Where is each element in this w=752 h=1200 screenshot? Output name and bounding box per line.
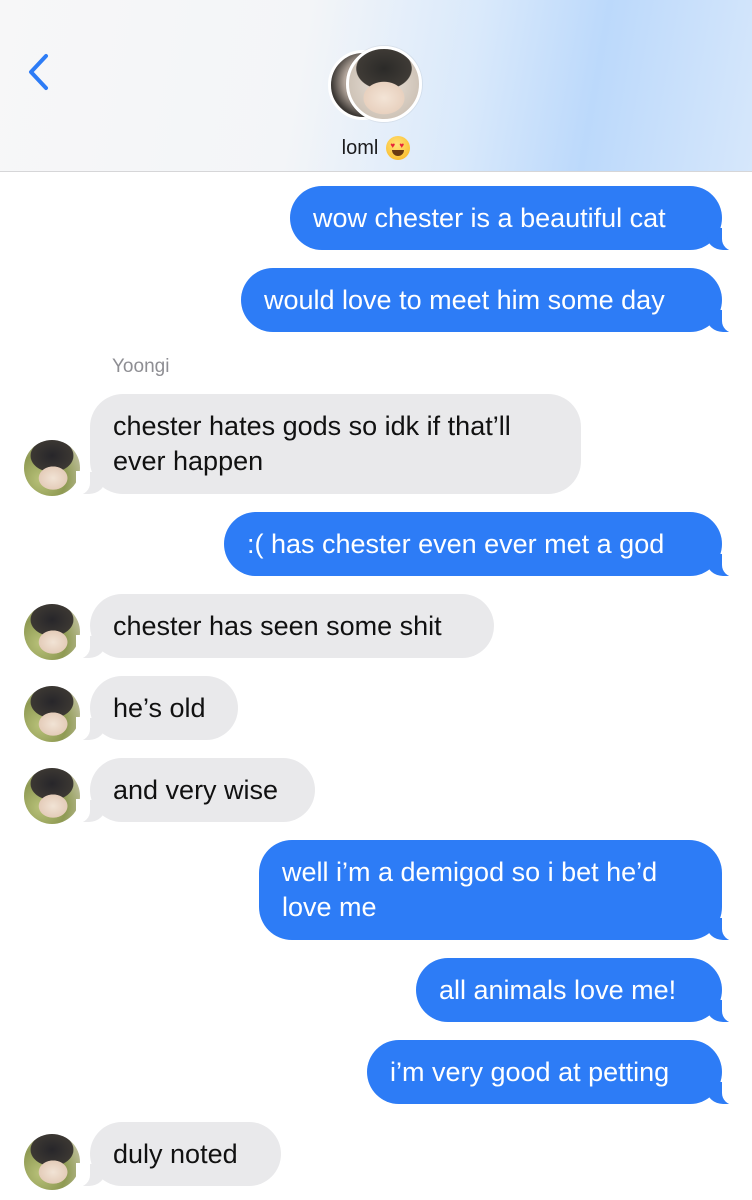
heart-eyes-emoji-icon: ♥ ♥ [386, 136, 411, 160]
sent-message[interactable]: all animals love me! [416, 958, 736, 1023]
sender-avatar[interactable] [24, 440, 80, 496]
sender-name-label: Yoongi [112, 356, 170, 377]
sent-message[interactable]: wow chester is a beautiful cat [290, 186, 736, 251]
sent-message[interactable]: well i’m a demigod so i bet he’d love me [259, 840, 736, 941]
received-message[interactable]: chester has seen some shit [76, 594, 494, 659]
sent-message[interactable]: i’m very good at petting [367, 1040, 736, 1105]
contact-name: loml [341, 136, 379, 159]
contact-name-row[interactable]: loml ♥ ♥ [0, 136, 752, 160]
sent-message[interactable]: :( has chester even ever met a god [224, 512, 736, 577]
chevron-left-icon [29, 54, 48, 90]
messages-app: loml ♥ ♥ wow chester is a beautiful cat w… [0, 0, 752, 1200]
contact-avatar[interactable] [328, 46, 424, 122]
contact-avatar-primary [346, 46, 422, 122]
sender-avatar[interactable] [24, 604, 80, 660]
back-button[interactable] [18, 50, 58, 94]
sender-avatar[interactable] [24, 686, 80, 742]
sender-avatar[interactable] [24, 1134, 80, 1190]
received-message[interactable]: duly noted [76, 1122, 281, 1187]
conversation-header: loml ♥ ♥ [0, 0, 752, 172]
sent-message[interactable]: would love to meet him some day [241, 268, 736, 333]
received-message[interactable]: and very wise [76, 758, 315, 823]
received-message[interactable]: chester hates gods so idk if that’ll eve… [76, 394, 581, 495]
received-message[interactable]: he’s old [76, 676, 238, 741]
sender-avatar[interactable] [24, 768, 80, 824]
